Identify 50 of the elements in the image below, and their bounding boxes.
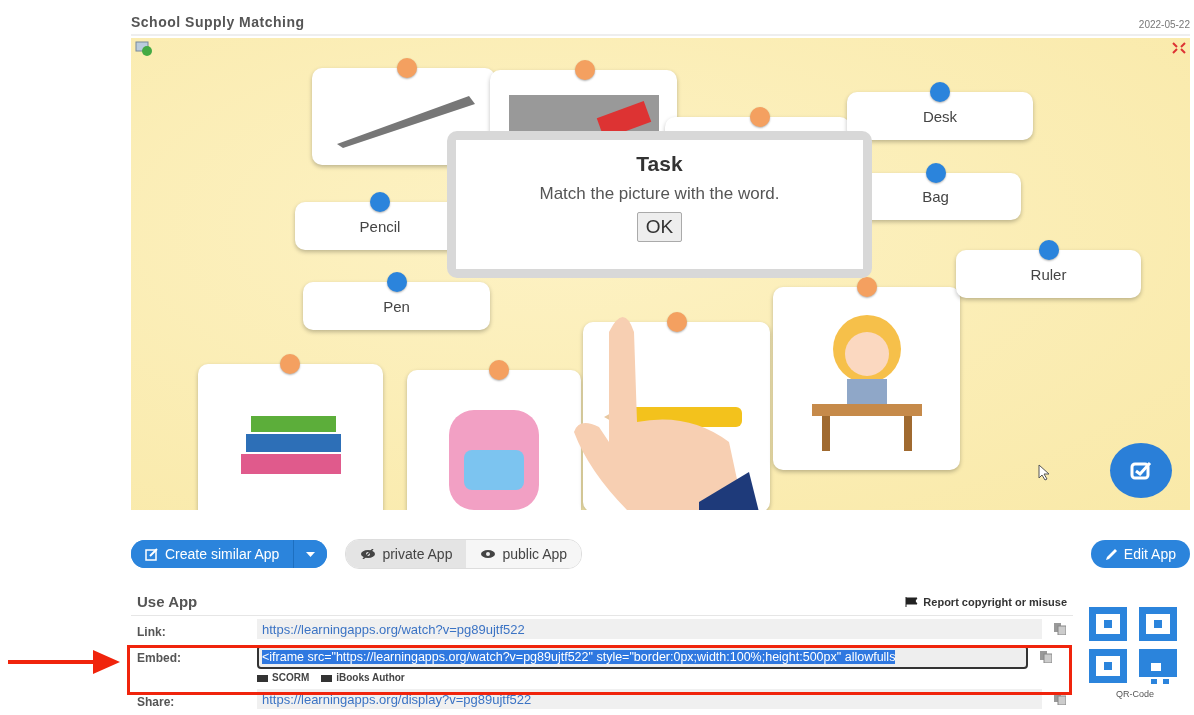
date-text: 2022-05-22 bbox=[1138, 19, 1190, 30]
pin-icon bbox=[667, 312, 687, 332]
url-link[interactable]: https://learningapps.org/watch?v=pg89ujtf522 bbox=[262, 621, 525, 637]
pin-icon bbox=[1038, 240, 1059, 260]
pin-icon bbox=[280, 354, 300, 374]
pin-icon bbox=[857, 277, 877, 297]
copy-icon[interactable] bbox=[1054, 623, 1066, 635]
eye-icon bbox=[480, 549, 497, 559]
row-label: Share: bbox=[137, 694, 176, 709]
export-link[interactable]: iBooks Author bbox=[321, 672, 405, 683]
pin-icon bbox=[925, 163, 946, 183]
collapse-icon[interactable] bbox=[1172, 42, 1186, 54]
copy-icon[interactable] bbox=[1054, 693, 1066, 705]
pin-icon bbox=[489, 360, 509, 380]
word-card[interactable]: Desk bbox=[847, 92, 1033, 140]
dropdown-button[interactable] bbox=[293, 540, 328, 568]
pin-icon bbox=[750, 107, 770, 127]
link-field[interactable]: https://learningapps.org/display?v=pg89ujtf522 bbox=[257, 689, 1042, 709]
pin-icon bbox=[370, 192, 390, 212]
dialog-message: Match the picture with the word. bbox=[539, 184, 780, 204]
copy-icon[interactable] bbox=[1040, 651, 1052, 663]
row-label: Embed: bbox=[137, 650, 182, 665]
app-title: School Supply Matching bbox=[131, 14, 305, 30]
pin-icon bbox=[386, 272, 407, 292]
ok-button[interactable]: OK bbox=[636, 212, 683, 242]
qr-code-label: QR-Code bbox=[1116, 689, 1154, 699]
link-field[interactable]: https://learningapps.org/watch?v=pg89ujtf522 bbox=[257, 619, 1042, 639]
pin-icon bbox=[930, 82, 950, 102]
flag-icon bbox=[905, 596, 919, 607]
word-card[interactable]: Ruler bbox=[956, 250, 1141, 298]
url-link[interactable]: https://learningapps.org/display?v=pg89ujtf522 bbox=[262, 691, 532, 707]
dialog-title: Task bbox=[636, 152, 683, 176]
edit-app-button[interactable]: Edit App bbox=[1090, 540, 1190, 568]
pin-icon bbox=[575, 60, 595, 80]
visibility-tab[interactable]: public App bbox=[466, 540, 582, 568]
check-icon bbox=[1130, 460, 1152, 481]
caret-icon bbox=[306, 551, 316, 557]
word-card[interactable]: Pen bbox=[303, 282, 490, 330]
eye-slash-icon bbox=[360, 549, 377, 559]
row-label: Link: bbox=[137, 624, 167, 639]
edit-icon bbox=[145, 547, 159, 561]
export-link[interactable]: SCORM bbox=[257, 672, 310, 683]
visibility-tab[interactable]: private App bbox=[346, 540, 467, 568]
picture-card[interactable] bbox=[198, 364, 383, 510]
pin-icon bbox=[397, 58, 417, 78]
pencil-icon bbox=[1104, 547, 1118, 561]
report-link[interactable]: Report copyright or misuse bbox=[905, 595, 1067, 608]
help-icon[interactable] bbox=[135, 40, 153, 58]
use-app-heading: Use App bbox=[137, 593, 198, 610]
cursor-icon bbox=[1038, 464, 1050, 481]
